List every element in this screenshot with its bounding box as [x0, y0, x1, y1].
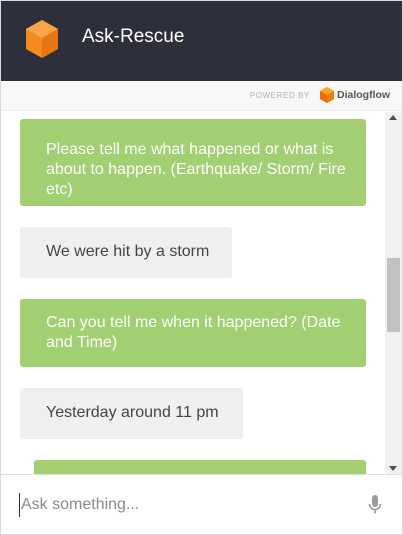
ask-input[interactable] — [19, 493, 349, 517]
message-input-bar — [1, 474, 402, 534]
dialogflow-logo-icon — [320, 87, 334, 103]
microphone-icon[interactable] — [368, 495, 382, 515]
user-message: Yesterday around 11 pm — [20, 388, 243, 439]
chat-scrollbar[interactable] — [385, 112, 402, 474]
chat-history[interactable]: Please tell me what happened or what is … — [1, 112, 385, 474]
scroll-down-arrow-icon[interactable] — [389, 466, 397, 471]
scroll-thumb[interactable] — [387, 258, 400, 332]
dialogflow-brand: Dialogflow — [337, 89, 391, 101]
orange-cube-logo-icon — [26, 20, 58, 58]
bot-message-text: Can you tell me when it happened? (Date … — [46, 314, 341, 351]
user-message: We were hit by a storm — [20, 227, 232, 278]
bot-message: Can you tell me when it happened? (Date … — [20, 299, 366, 367]
bot-message-text: Please tell me what happened or what is … — [46, 141, 346, 198]
scroll-up-arrow-icon[interactable] — [389, 115, 397, 120]
user-message-text: We were hit by a storm — [46, 243, 210, 260]
powered-by-bar: POWERED BY Dialogflow — [1, 81, 402, 111]
app-header: Ask-Rescue — [1, 1, 402, 81]
bot-message: Please tell me what happened or what is … — [20, 119, 366, 206]
app-title: Ask-Rescue — [82, 26, 185, 47]
bot-message — [34, 460, 366, 474]
user-message-text: Yesterday around 11 pm — [46, 404, 219, 421]
chat-widget: Ask-Rescue POWERED BY Dialogflow Please … — [0, 0, 403, 535]
powered-by-label: POWERED BY — [249, 91, 310, 100]
